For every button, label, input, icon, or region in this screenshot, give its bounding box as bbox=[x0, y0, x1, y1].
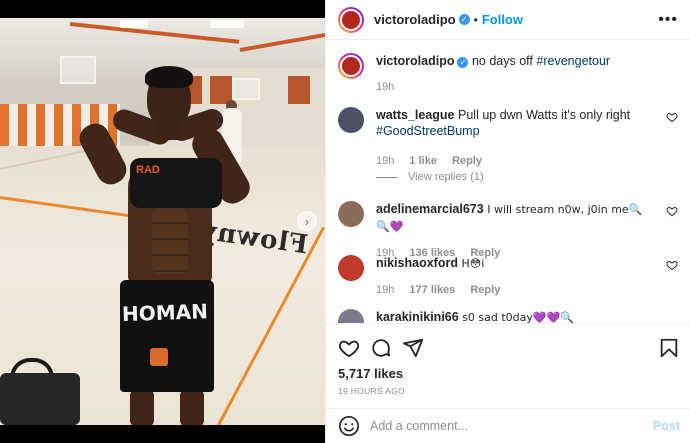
post-actions-bar bbox=[338, 336, 680, 360]
post-modal: Flowny RAD HOMAN › victoroladipo ✓ • Fol… bbox=[0, 0, 690, 443]
comment-likes[interactable]: 177 likes bbox=[409, 284, 455, 296]
comment-text: s0 sad t0day💜💜🔍 bbox=[462, 311, 574, 323]
comment-time: 19h bbox=[376, 155, 395, 167]
gym-bag bbox=[0, 373, 80, 425]
likes-count[interactable]: 5,717 likes bbox=[338, 366, 403, 381]
commenter-avatar[interactable] bbox=[338, 201, 364, 227]
comments-list: victoroladipo ✓ no days off #revengetour … bbox=[326, 41, 690, 323]
comment-item: adelinemarcial673 I will stream n0w, j0i… bbox=[338, 201, 678, 261]
commenter-avatar[interactable] bbox=[338, 309, 364, 323]
verified-badge-icon: ✓ bbox=[458, 14, 470, 25]
add-comment-row: Post bbox=[338, 409, 680, 443]
post-side-panel: victoroladipo ✓ • Follow ••• victoroladi… bbox=[325, 0, 690, 443]
caption-username[interactable]: victoroladipo bbox=[376, 54, 454, 68]
author-username[interactable]: victoroladipo bbox=[374, 12, 456, 27]
reply-button[interactable]: Reply bbox=[470, 284, 500, 296]
verified-badge-icon: ✓ bbox=[457, 57, 469, 68]
post-photo: Flowny RAD HOMAN › bbox=[0, 0, 325, 443]
post-timestamp: 19 HOURS AGO bbox=[338, 386, 405, 396]
chevron-right-icon: › bbox=[304, 213, 310, 229]
separator-dot: • bbox=[473, 12, 478, 27]
emoji-smile-icon[interactable] bbox=[338, 415, 360, 437]
add-comment-input[interactable] bbox=[370, 419, 653, 433]
caption-hashtag[interactable]: #revengetour bbox=[536, 54, 610, 68]
shirt-lettering: RAD bbox=[136, 164, 160, 176]
reply-button[interactable]: Reply bbox=[452, 155, 482, 167]
caption: victoroladipo ✓ no days off #revengetour … bbox=[338, 53, 678, 95]
comment-text: Pull up dwn Watts it's only right bbox=[458, 108, 631, 122]
caption-avatar[interactable] bbox=[338, 53, 364, 79]
heart-icon[interactable] bbox=[666, 205, 678, 217]
comment-item: nikishaoxford H😳i 19h 177 likes Reply bbox=[338, 255, 678, 298]
comment-bubble-icon[interactable] bbox=[370, 337, 392, 359]
heart-icon[interactable] bbox=[666, 111, 678, 123]
bookmark-icon[interactable] bbox=[658, 337, 680, 359]
gym-scene-image: Flowny RAD HOMAN bbox=[0, 18, 325, 425]
shorts-lettering: HOMAN bbox=[121, 299, 209, 327]
post-header: victoroladipo ✓ • Follow ••• bbox=[326, 0, 690, 40]
commenter-username[interactable]: nikishaoxford bbox=[376, 256, 458, 270]
commenter-avatar[interactable] bbox=[338, 107, 364, 133]
carousel-next-button[interactable]: › bbox=[297, 211, 317, 231]
view-replies-button[interactable]: View replies (1) bbox=[376, 171, 484, 183]
commenter-username[interactable]: karakinikini66 bbox=[376, 310, 459, 323]
comment-item: watts_league Pull up dwn Watts it's only… bbox=[338, 107, 678, 169]
commenter-avatar[interactable] bbox=[338, 255, 364, 281]
comment-hashtag[interactable]: #GoodStreetBump bbox=[376, 124, 480, 138]
heart-icon[interactable] bbox=[338, 337, 360, 359]
caption-time: 19h bbox=[376, 81, 395, 93]
follow-button[interactable]: Follow bbox=[482, 12, 523, 27]
comment-text: H😳i bbox=[461, 257, 485, 270]
post-comment-button[interactable]: Post bbox=[653, 419, 680, 433]
share-plane-icon[interactable] bbox=[402, 337, 424, 359]
author-avatar[interactable] bbox=[338, 6, 364, 33]
comment-likes[interactable]: 1 like bbox=[409, 155, 437, 167]
commenter-username[interactable]: adelinemarcial673 bbox=[376, 202, 484, 216]
caption-text: no days off bbox=[471, 54, 533, 68]
more-options-icon[interactable]: ••• bbox=[658, 11, 678, 29]
heart-icon[interactable] bbox=[666, 259, 678, 271]
comment-time: 19h bbox=[376, 284, 395, 296]
comment-item: karakinikini66 s0 sad t0day💜💜🔍 bbox=[338, 309, 678, 323]
commenter-username[interactable]: watts_league bbox=[376, 108, 455, 122]
